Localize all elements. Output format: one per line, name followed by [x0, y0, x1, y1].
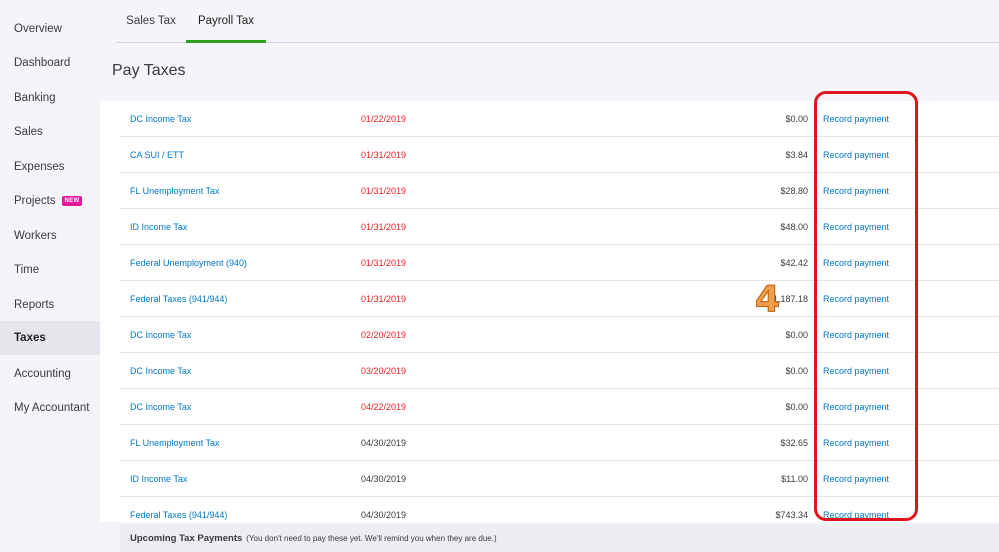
tax-name-link[interactable]: DC Income Tax [130, 353, 191, 388]
sidebar-item-workers[interactable]: Workers [0, 219, 100, 253]
record-payment-link[interactable]: Record payment [823, 173, 889, 208]
sidebar-item-label: Expenses [14, 161, 65, 173]
tax-payments-table: DC Income Tax 01/22/2019 $0.00 Record pa… [100, 101, 999, 522]
sidebar-item-label: Accounting [14, 368, 71, 380]
sidebar-item-accounting[interactable]: Accounting [0, 357, 100, 391]
tab-payroll-tax[interactable]: Payroll Tax [186, 0, 266, 43]
amount: $0.00 [785, 329, 808, 340]
table-row: ID Income Tax 01/31/2019 $48.00 Record p… [120, 209, 999, 245]
tax-name-link[interactable]: DC Income Tax [130, 317, 191, 352]
sidebar-item-my-accountant[interactable]: My Accountant [0, 391, 100, 425]
amount: $0.00 [785, 401, 808, 412]
due-date: 03/20/2019 [361, 365, 407, 376]
sidebar-item-overview[interactable]: Overview [0, 12, 100, 46]
upcoming-tax-payments-header[interactable]: Upcoming Tax Payments (You don't need to… [120, 524, 999, 552]
table-row: DC Income Tax 02/20/2019 $0.00 Record pa… [120, 317, 999, 353]
tax-name-link[interactable]: DC Income Tax [130, 101, 191, 136]
amount: $32.65 [780, 437, 808, 448]
sidebar-item-reports[interactable]: Reports [0, 288, 100, 322]
upcoming-title: Upcoming Tax Payments [130, 532, 243, 544]
amount: $42.42 [780, 257, 808, 268]
sidebar-item-expenses[interactable]: Expenses [0, 150, 100, 184]
table-row: FL Unemployment Tax 04/30/2019 $32.65 Re… [120, 425, 999, 461]
sidebar-item-label: Sales [14, 126, 43, 138]
due-date: 02/20/2019 [361, 329, 407, 340]
sidebar-item-label: Reports [14, 299, 55, 311]
sidebar-item-label: Overview [14, 23, 62, 35]
tax-name-link[interactable]: ID Income Tax [130, 461, 187, 496]
table-row: CA SUI / ETT 01/31/2019 $3.84 Record pay… [120, 137, 999, 173]
due-date: 01/31/2019 [361, 185, 407, 196]
sidebar-item-sales[interactable]: Sales [0, 115, 100, 149]
record-payment-link[interactable]: Record payment [823, 425, 889, 460]
due-date: 01/22/2019 [361, 113, 407, 124]
tab-label: Payroll Tax [197, 15, 255, 27]
record-payment-link[interactable]: Record payment [823, 389, 889, 424]
due-date: 04/22/2019 [361, 401, 407, 412]
new-badge: NEW [61, 196, 83, 206]
tax-name-link[interactable]: CA SUI / ETT [130, 137, 184, 172]
table-row: Federal Taxes (941/944) 01/31/2019 $1,18… [120, 281, 999, 317]
table-row: Federal Unemployment (940) 01/31/2019 $4… [120, 245, 999, 281]
tab-label: Sales Tax [126, 15, 176, 27]
record-payment-link[interactable]: Record payment [823, 461, 889, 496]
amount: $28.80 [780, 185, 808, 196]
table-row: ID Income Tax 04/30/2019 $11.00 Record p… [120, 461, 999, 497]
sidebar-item-label: My Accountant [14, 402, 90, 414]
record-payment-link[interactable]: Record payment [823, 353, 889, 388]
record-payment-link[interactable]: Record payment [823, 245, 889, 280]
tax-name-link[interactable]: FL Unemployment Tax [130, 173, 220, 208]
record-payment-link[interactable]: Record payment [823, 101, 889, 136]
tab-sales-tax[interactable]: Sales Tax [116, 0, 186, 42]
due-date: 01/31/2019 [361, 293, 407, 304]
sidebar: Overview Dashboard Banking Sales Expense… [0, 0, 100, 552]
record-payment-link[interactable]: Record payment [823, 137, 889, 172]
tax-name-link[interactable]: Federal Taxes (941/944) [130, 281, 227, 316]
sidebar-item-banking[interactable]: Banking [0, 81, 100, 115]
upcoming-note: (You don't need to pay these yet. We'll … [246, 533, 497, 543]
table-row: DC Income Tax 01/22/2019 $0.00 Record pa… [120, 101, 999, 137]
tax-tabs: Sales Tax Payroll Tax [116, 0, 999, 43]
amount: $0.00 [785, 113, 808, 124]
sidebar-item-label: Workers [14, 230, 57, 242]
table-row: FL Unemployment Tax 01/31/2019 $28.80 Re… [120, 173, 999, 209]
sidebar-item-label: Projects [14, 195, 56, 207]
amount: $1,187.18 [767, 293, 808, 304]
sidebar-item-time[interactable]: Time [0, 253, 100, 287]
sidebar-item-taxes[interactable]: Taxes [0, 321, 100, 355]
due-date: 04/30/2019 [361, 437, 407, 448]
step-number-annotation: 4 [754, 279, 781, 320]
amount: $3.84 [785, 149, 808, 160]
sidebar-item-label: Banking [14, 92, 56, 104]
record-payment-link[interactable]: Record payment [823, 317, 889, 352]
tax-name-link[interactable]: DC Income Tax [130, 389, 191, 424]
amount: $11.00 [781, 473, 808, 484]
amount: $48.00 [780, 221, 808, 232]
due-date: 01/31/2019 [361, 257, 407, 268]
sidebar-item-dashboard[interactable]: Dashboard [0, 46, 100, 80]
sidebar-item-label: Dashboard [14, 57, 71, 69]
due-date: 01/31/2019 [361, 149, 407, 160]
sidebar-item-label: Taxes [14, 332, 46, 344]
record-payment-link[interactable]: Record payment [823, 281, 889, 316]
tax-name-link[interactable]: FL Unemployment Tax [130, 425, 220, 460]
page-title: Pay Taxes [112, 62, 186, 79]
table-row: DC Income Tax 04/22/2019 $0.00 Record pa… [120, 389, 999, 425]
due-date: 04/30/2019 [361, 473, 407, 484]
sidebar-item-projects[interactable]: Projects NEW [0, 184, 100, 218]
due-date: 01/31/2019 [361, 221, 407, 232]
tax-name-link[interactable]: Federal Unemployment (940) [130, 245, 247, 280]
tax-name-link[interactable]: ID Income Tax [130, 209, 187, 244]
record-payment-link[interactable]: Record payment [823, 209, 889, 244]
amount: $0.00 [785, 365, 808, 376]
table-row: DC Income Tax 03/20/2019 $0.00 Record pa… [120, 353, 999, 389]
sidebar-item-label: Time [14, 264, 40, 276]
